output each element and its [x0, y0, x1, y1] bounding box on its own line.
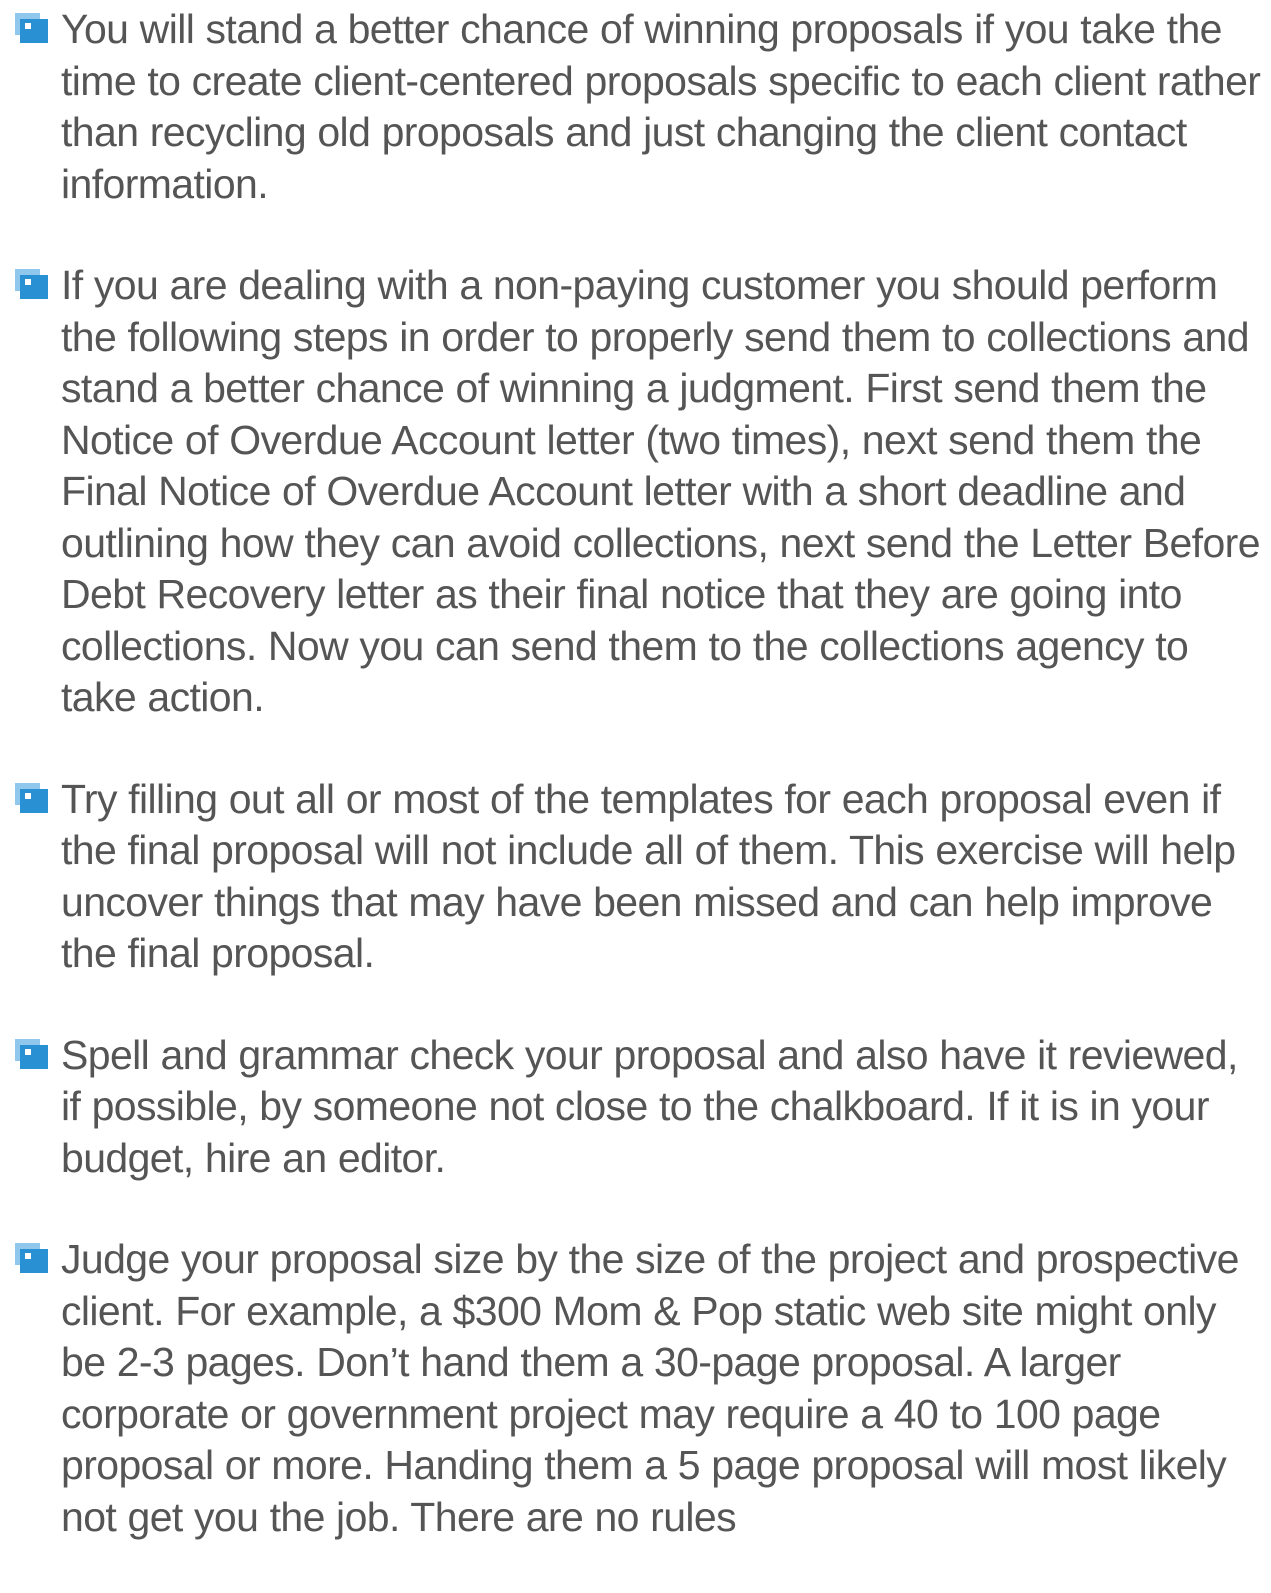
tips-list: You will stand a better chance of winnin…: [0, 4, 1271, 1593]
note-bullet-icon: [12, 1243, 50, 1275]
tip-text: If you are dealing with a non-paying cus…: [61, 262, 1261, 720]
note-bullet-icon: [12, 13, 50, 45]
tip-item: You will stand a better chance of winnin…: [0, 4, 1271, 210]
tip-item: Judge your proposal size by the size of …: [0, 1234, 1271, 1543]
tip-text: Try filling out all or most of the templ…: [61, 775, 1236, 977]
note-bullet-icon: [12, 1038, 50, 1071]
tip-text: Spell and grammar check your proposal an…: [61, 1031, 1238, 1181]
tip-item: If you are dealing with a non-paying cus…: [0, 260, 1271, 724]
tip-item: Spell and grammar check your proposal an…: [0, 1030, 1271, 1185]
tip-item: Try filling out all or most of the templ…: [0, 774, 1271, 980]
note-bullet-icon: [12, 782, 50, 815]
note-bullet-icon: [12, 269, 50, 301]
tip-text: Judge your proposal size by the size of …: [61, 1236, 1239, 1540]
tip-text: You will stand a better chance of winnin…: [61, 6, 1261, 207]
